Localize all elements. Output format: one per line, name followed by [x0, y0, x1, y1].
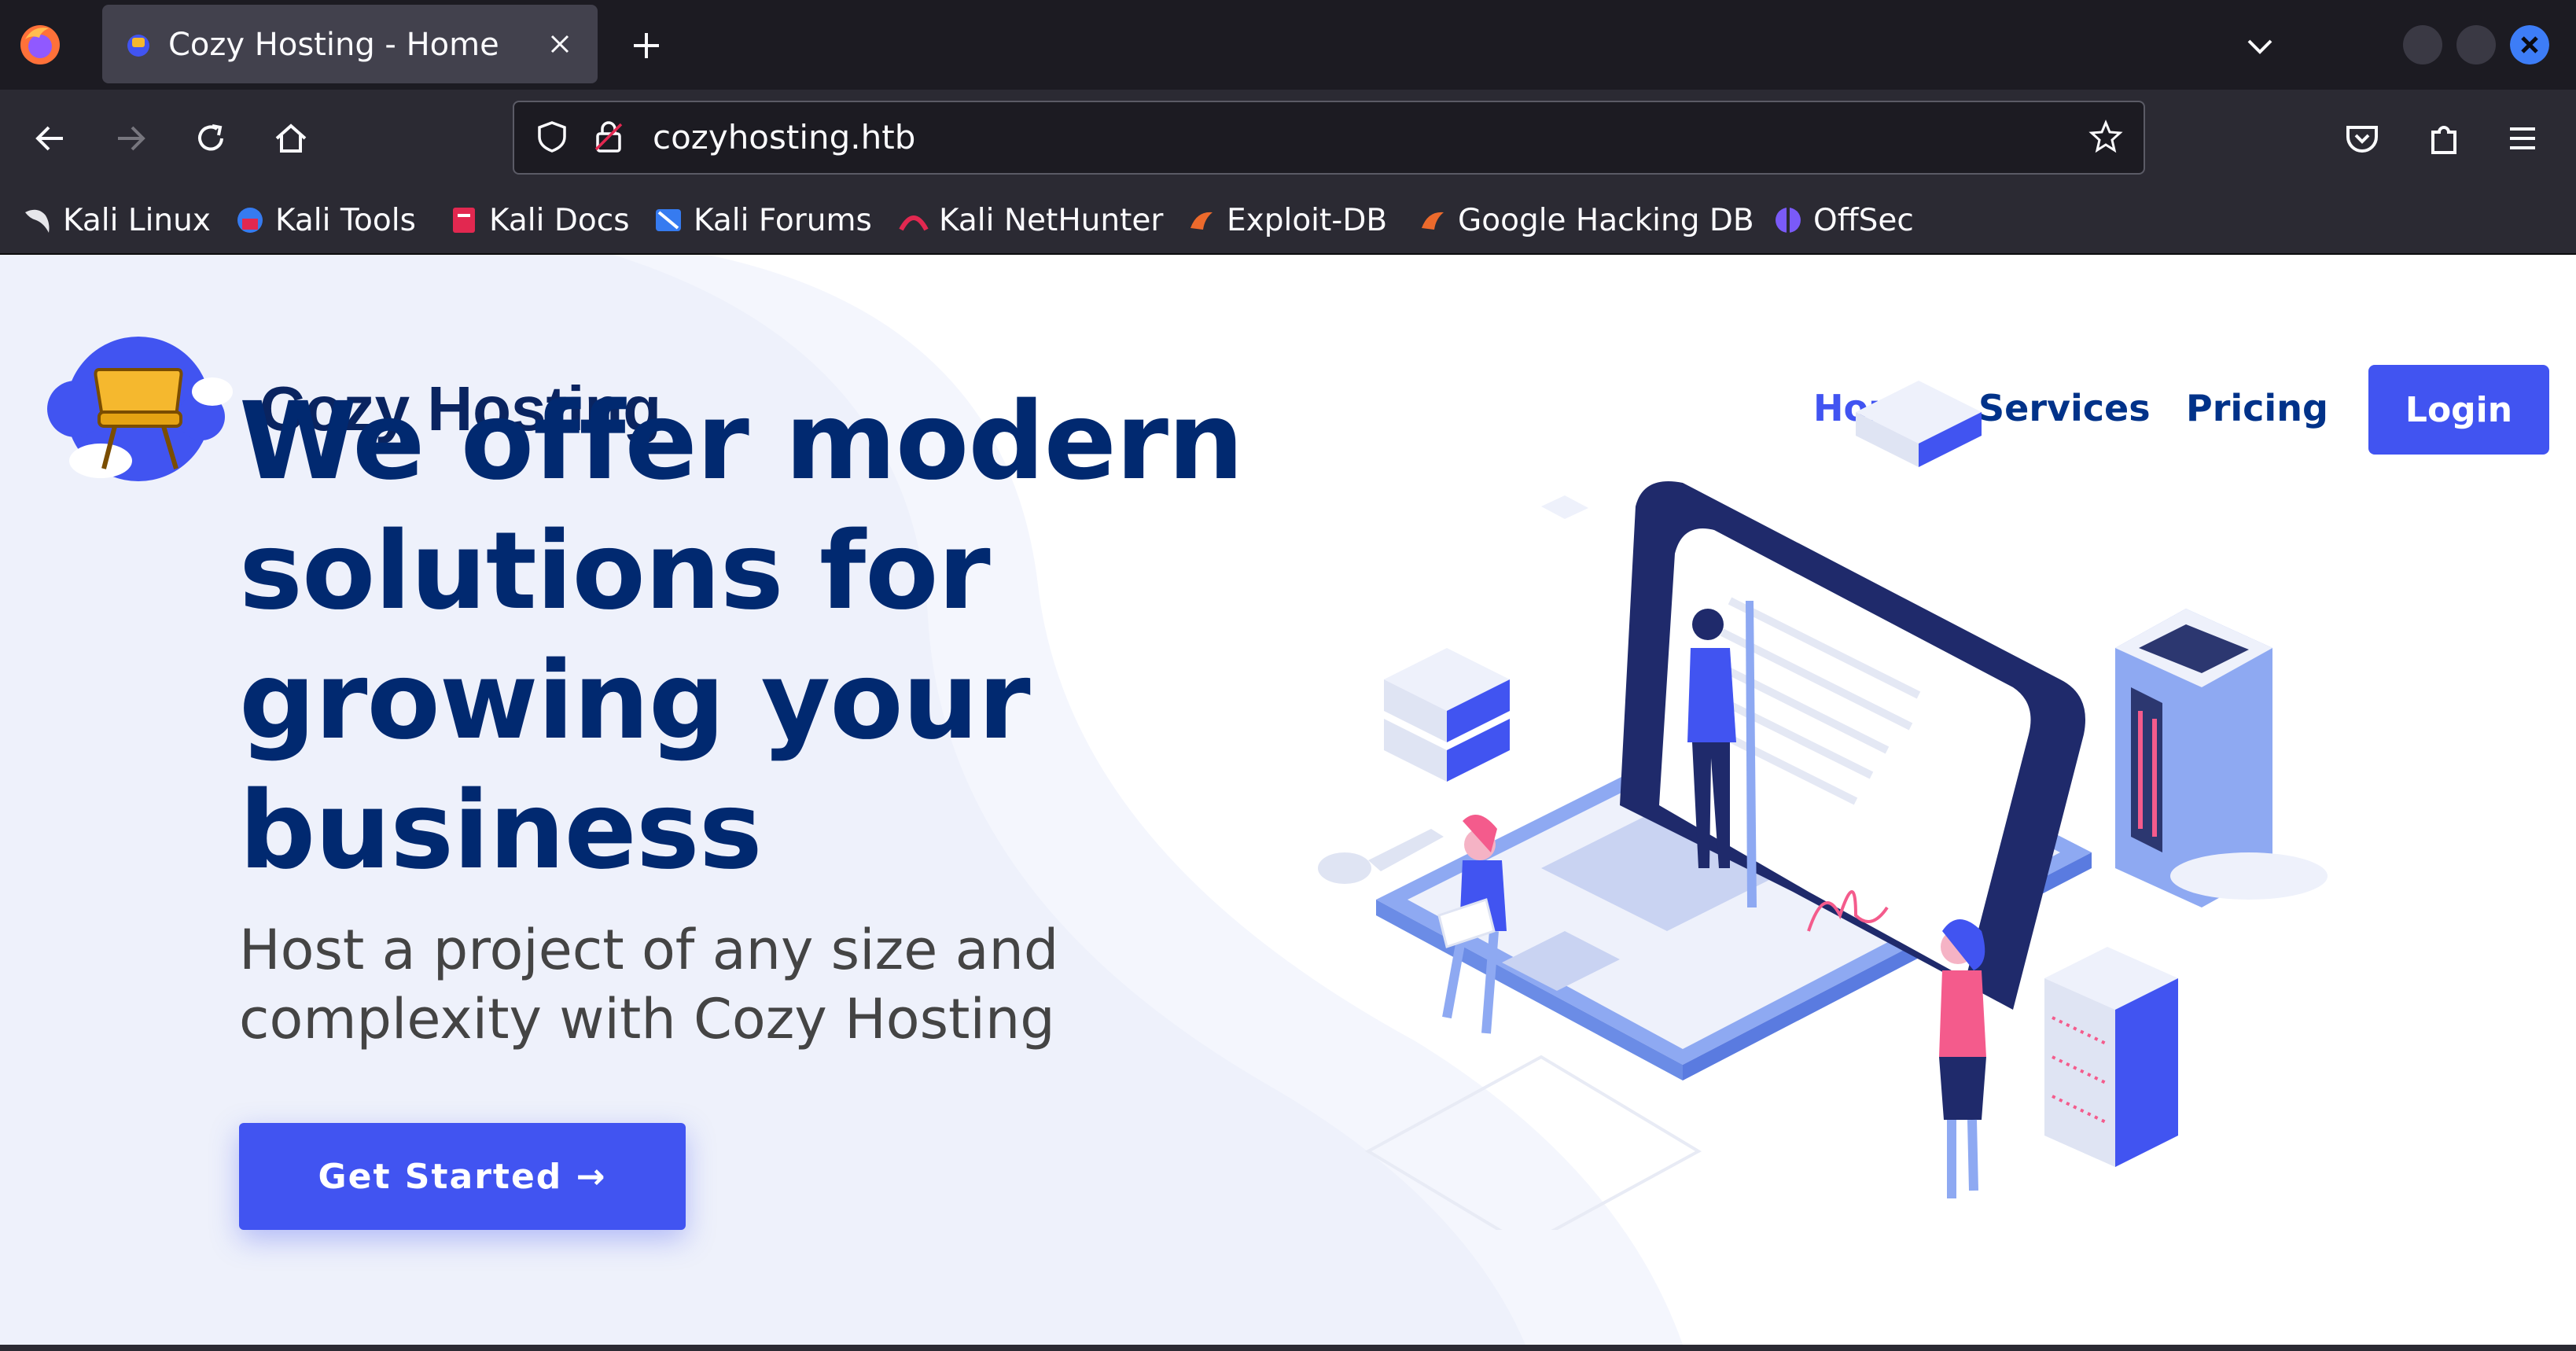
insecure-lock-icon[interactable] [590, 118, 627, 156]
server-stack-right [2044, 947, 2178, 1167]
tab-cozy-hosting[interactable]: Cozy Hosting - Home [102, 5, 598, 83]
bookmark-kali-tools[interactable]: Kali Tools [234, 198, 416, 242]
kali-forums-icon [656, 209, 681, 231]
new-tab-icon[interactable] [627, 27, 665, 64]
hero-illustration [1318, 381, 2328, 1230]
offsec-icon [1776, 208, 1801, 233]
close-tab-icon[interactable] [543, 27, 577, 61]
bookmark-kali-linux[interactable]: Kali Linux [22, 198, 211, 242]
firefox-icon[interactable] [17, 22, 63, 68]
forward-icon[interactable] [109, 116, 153, 160]
bookmark-offsec[interactable]: OffSec [1772, 198, 1914, 242]
bookmarks-toolbar: Kali Linux Kali Tools Kali Docs Kali For… [0, 189, 2576, 255]
menu-icon[interactable] [2501, 116, 2545, 160]
bookmark-kali-docs[interactable]: Kali Docs [448, 198, 630, 242]
shield-icon[interactable] [533, 118, 571, 156]
server-stack-left [1384, 648, 1510, 782]
url-text[interactable]: cozyhosting.htb [653, 118, 915, 156]
kali-nethunter-icon [899, 215, 929, 231]
navigation-toolbar: cozyhosting.htb [0, 90, 2576, 189]
bookmark-kali-nethunter[interactable]: Kali NetHunter [898, 198, 1163, 242]
server-top [1856, 381, 1982, 467]
web-page: Cozy Hosting Home Services Pricing Login… [0, 255, 2576, 1345]
page-bottom-edge [0, 1345, 2576, 1351]
bookmark-star-icon[interactable] [2087, 118, 2125, 156]
hero-title: We offer modern solutions for growing yo… [239, 380, 1244, 893]
extensions-icon[interactable] [2422, 116, 2466, 160]
cozy-favicon-icon [127, 35, 149, 57]
reload-icon[interactable] [189, 116, 233, 160]
exploit-db-icon [1190, 212, 1213, 230]
maximize-button[interactable] [2456, 25, 2496, 64]
get-started-button[interactable]: Get Started → [239, 1123, 686, 1230]
address-bar[interactable]: cozyhosting.htb [513, 101, 2145, 175]
cozy-logo-icon[interactable] [44, 330, 233, 495]
bookmark-kali-forums[interactable]: Kali Forums [653, 198, 872, 242]
login-button[interactable]: Login [2368, 365, 2549, 455]
minimize-button[interactable] [2403, 25, 2442, 64]
home-icon[interactable] [269, 116, 313, 160]
bookmark-exploit-db[interactable]: Exploit-DB [1186, 198, 1387, 242]
pocket-icon[interactable] [2340, 116, 2384, 160]
ghdb-icon [1422, 212, 1444, 230]
bookmark-google-hacking-db[interactable]: Google Hacking DB [1417, 198, 1754, 242]
chevron-down-icon[interactable] [2241, 27, 2279, 64]
hero-subtitle: Host a project of any size and complexit… [239, 918, 1059, 1051]
back-icon[interactable] [28, 116, 72, 160]
tab-bar: Cozy Hosting - Home [0, 0, 2576, 90]
tab-title: Cozy Hosting - Home [168, 27, 499, 63]
kali-dragon-icon [25, 209, 50, 233]
kali-tools-icon [237, 208, 263, 233]
kali-docs-icon [453, 208, 475, 233]
close-window-icon[interactable] [2510, 25, 2549, 64]
